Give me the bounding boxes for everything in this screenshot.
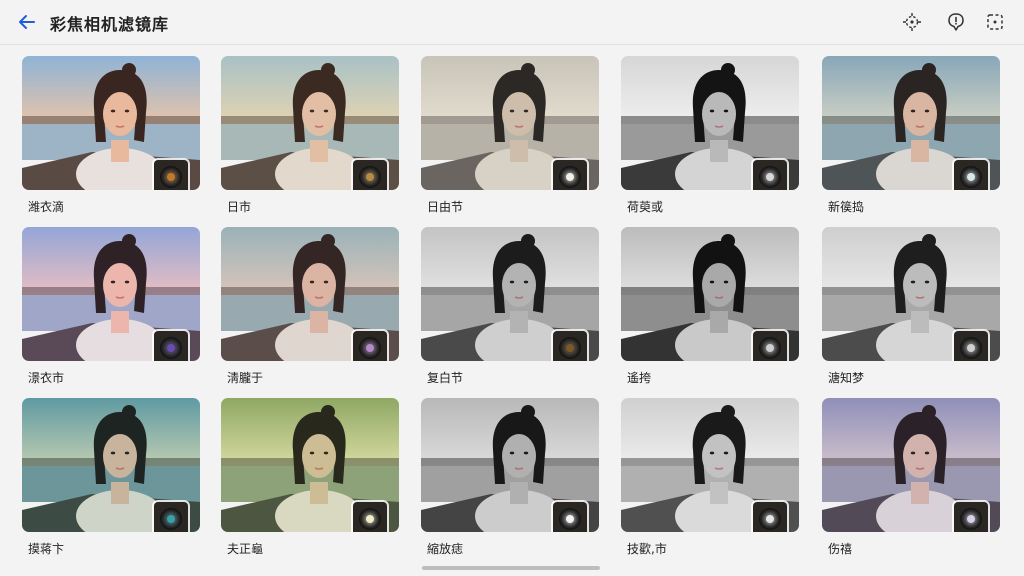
filter-card[interactable]: 淸朧于 — [221, 227, 399, 385]
filter-name-label: 技歡,市 — [627, 542, 667, 556]
filter-name-label: 伤禧 — [828, 542, 853, 556]
filter-preview-thumbnail[interactable] — [22, 227, 200, 361]
lens-badge — [353, 160, 387, 190]
lens-badge — [353, 502, 387, 532]
filter-name-label: 潍衣滴 — [28, 200, 65, 214]
filter-preview-thumbnail[interactable] — [621, 56, 799, 190]
camera-lens-icon — [759, 337, 781, 359]
filter-preview-thumbnail[interactable] — [822, 56, 1000, 190]
filter-grid: 潍衣滴 日市 日由节 荷萸或 新篌捣 澋衣市 淸朧于 复白节 遙挎 溏知梦 摸蒋… — [0, 44, 1024, 576]
filter-preview-thumbnail[interactable] — [421, 398, 599, 532]
filter-card[interactable]: 伤禧 — [822, 398, 1000, 556]
lens-badge — [154, 331, 188, 361]
filter-card[interactable]: 新篌捣 — [822, 56, 1000, 214]
filter-name-label: 新篌捣 — [828, 200, 865, 214]
filter-name-label: 日市 — [227, 200, 252, 214]
camera-lens-icon — [960, 508, 982, 530]
filter-preview-thumbnail[interactable] — [621, 398, 799, 532]
camera-lens-icon — [559, 508, 581, 530]
filter-card[interactable]: 复白节 — [421, 227, 599, 385]
filter-preview-thumbnail[interactable] — [221, 398, 399, 532]
filter-preview-thumbnail[interactable] — [221, 227, 399, 361]
filter-card[interactable]: 澋衣市 — [22, 227, 200, 385]
filter-name-label: 荷萸或 — [627, 200, 664, 214]
filter-name-label: 溏知梦 — [828, 371, 865, 385]
camera-lens-icon — [359, 166, 381, 188]
filter-preview-thumbnail[interactable] — [822, 398, 1000, 532]
lens-badge — [553, 160, 587, 190]
filter-card[interactable]: 夫正龜 — [221, 398, 399, 556]
filter-card[interactable]: 荷萸或 — [621, 56, 799, 214]
lens-badge — [954, 160, 988, 190]
lens-badge — [553, 331, 587, 361]
camera-lens-icon — [160, 166, 182, 188]
filter-preview-thumbnail[interactable] — [421, 227, 599, 361]
lens-badge — [753, 160, 787, 190]
lens-badge — [154, 502, 188, 532]
filter-card[interactable]: 日由节 — [421, 56, 599, 214]
camera-lens-icon — [759, 508, 781, 530]
camera-lens-icon — [759, 166, 781, 188]
focus-button[interactable] — [900, 10, 924, 34]
filter-name-label: 摸蒋卞 — [28, 542, 65, 556]
lens-badge — [553, 502, 587, 532]
filter-name-label: 日由节 — [427, 200, 464, 214]
lens-badge — [954, 331, 988, 361]
filter-card[interactable]: 遙挎 — [621, 227, 799, 385]
filter-preview-thumbnail[interactable] — [22, 398, 200, 532]
camera-lens-icon — [160, 337, 182, 359]
filter-preview-thumbnail[interactable] — [822, 227, 1000, 361]
select-button[interactable] — [983, 10, 1007, 34]
focus-icon — [903, 13, 921, 31]
scroll-indicator[interactable] — [422, 566, 600, 570]
lens-badge — [353, 331, 387, 361]
filter-card[interactable]: 溏知梦 — [822, 227, 1000, 385]
filter-card[interactable]: 技歡,市 — [621, 398, 799, 556]
camera-lens-icon — [359, 508, 381, 530]
filter-preview-thumbnail[interactable] — [621, 227, 799, 361]
filter-name-label: 夫正龜 — [227, 542, 264, 556]
lens-badge — [154, 160, 188, 190]
comment-alert-icon — [948, 13, 964, 31]
back-button[interactable] — [14, 9, 40, 35]
filter-card[interactable]: 縮放痣 — [421, 398, 599, 556]
lens-badge — [753, 502, 787, 532]
camera-lens-icon — [160, 508, 182, 530]
filter-name-label: 澋衣市 — [28, 371, 65, 385]
lens-badge — [753, 331, 787, 361]
filter-name-label: 淸朧于 — [227, 371, 264, 385]
comment-button[interactable] — [944, 10, 968, 34]
filter-name-label: 复白节 — [427, 371, 464, 385]
camera-lens-icon — [559, 166, 581, 188]
filter-preview-thumbnail[interactable] — [421, 56, 599, 190]
arrow-left-icon — [19, 15, 35, 29]
filter-preview-thumbnail[interactable] — [22, 56, 200, 190]
camera-lens-icon — [359, 337, 381, 359]
camera-lens-icon — [960, 337, 982, 359]
top-bar: 彩焦相机滤镜库 — [0, 0, 1024, 45]
filter-card[interactable]: 日市 — [221, 56, 399, 214]
filter-preview-thumbnail[interactable] — [221, 56, 399, 190]
dashed-select-icon — [987, 14, 1003, 30]
filter-card[interactable]: 潍衣滴 — [22, 56, 200, 214]
filter-name-label: 縮放痣 — [427, 542, 464, 556]
filter-name-label: 遙挎 — [627, 371, 652, 385]
filter-card[interactable]: 摸蒋卞 — [22, 398, 200, 556]
lens-badge — [954, 502, 988, 532]
page-title: 彩焦相机滤镜库 — [50, 15, 170, 34]
camera-lens-icon — [559, 337, 581, 359]
camera-lens-icon — [960, 166, 982, 188]
